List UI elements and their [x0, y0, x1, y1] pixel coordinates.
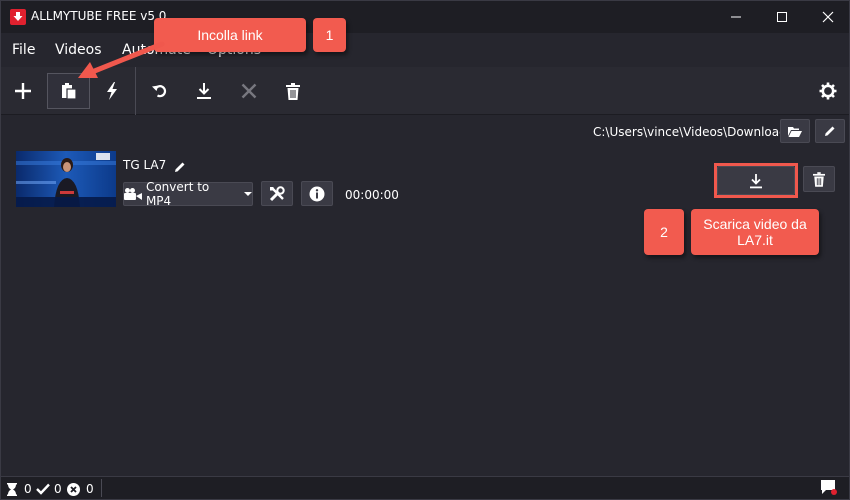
chat-icon	[821, 480, 837, 495]
status-failed: 0	[67, 482, 94, 496]
cancel-button[interactable]	[229, 73, 269, 109]
gear-icon	[819, 82, 837, 100]
output-path: C:\Users\vince\Videos\Downloads	[593, 125, 793, 139]
status-completed: 0	[36, 482, 62, 496]
status-completed-count: 0	[54, 482, 62, 496]
download-all-button[interactable]	[184, 73, 224, 109]
open-folder-button[interactable]	[780, 119, 810, 143]
video-title: TG LA7	[123, 158, 167, 172]
trash-icon	[286, 82, 300, 100]
remove-video-button[interactable]	[803, 166, 835, 192]
lightning-icon	[107, 82, 117, 100]
callout-step-2-number: 2	[660, 224, 668, 240]
callout-download-video-label: Scarica video da LA7.it	[703, 216, 807, 248]
hourglass-icon	[7, 482, 17, 496]
x-circle-icon	[67, 482, 80, 496]
download-highlight-box	[714, 163, 798, 198]
tools-button[interactable]	[261, 181, 293, 206]
title-bar: ALLMYTUBE FREE v5.0	[1, 1, 849, 33]
callout-download-video: Scarica video da LA7.it	[691, 209, 819, 255]
status-pending-count: 0	[24, 482, 32, 496]
status-failed-count: 0	[86, 482, 94, 496]
rename-button[interactable]	[174, 158, 188, 172]
x-icon	[241, 83, 257, 99]
add-button[interactable]	[3, 73, 43, 109]
info-button[interactable]	[301, 181, 333, 206]
status-pending: 0	[7, 482, 32, 496]
video-duration: 00:00:00	[345, 188, 399, 202]
close-button[interactable]	[805, 1, 850, 33]
status-separator	[101, 479, 102, 497]
maximize-button[interactable]	[759, 1, 805, 33]
convert-format-dropdown[interactable]: Convert to MP4	[123, 180, 253, 208]
callout-step-1: 1	[313, 18, 346, 52]
annotation-arrow	[78, 41, 165, 78]
caret-down-icon	[244, 192, 252, 196]
window-title: ALLMYTUBE FREE v5.0	[31, 9, 167, 23]
status-bar: 0 0 0	[1, 476, 849, 499]
download-icon	[197, 83, 211, 99]
tools-icon	[269, 185, 285, 201]
folder-open-icon	[788, 126, 802, 137]
clipboard-icon	[61, 83, 77, 100]
delete-all-button[interactable]	[273, 73, 313, 109]
trash-icon	[813, 171, 825, 187]
menu-file[interactable]: File	[12, 42, 35, 58]
check-icon	[36, 483, 50, 495]
edit-path-button[interactable]	[815, 119, 845, 143]
app-logo-icon	[10, 9, 26, 25]
minimize-button[interactable]	[713, 1, 759, 33]
feedback-button[interactable]	[821, 480, 837, 500]
plus-icon	[15, 83, 31, 99]
callout-step-1-number: 1	[325, 27, 334, 43]
info-icon	[309, 186, 325, 201]
rotate-icon	[152, 85, 167, 98]
video-thumbnail[interactable]	[16, 151, 116, 207]
callout-paste-link: Incolla link	[154, 18, 306, 52]
callout-paste-link-label: Incolla link	[197, 27, 263, 43]
video-camera-icon	[124, 188, 142, 200]
callout-step-2: 2	[644, 209, 684, 255]
pencil-icon	[175, 162, 185, 172]
settings-button[interactable]	[808, 73, 848, 109]
convert-format-label: Convert to MP4	[145, 180, 210, 208]
pencil-icon	[825, 126, 835, 136]
